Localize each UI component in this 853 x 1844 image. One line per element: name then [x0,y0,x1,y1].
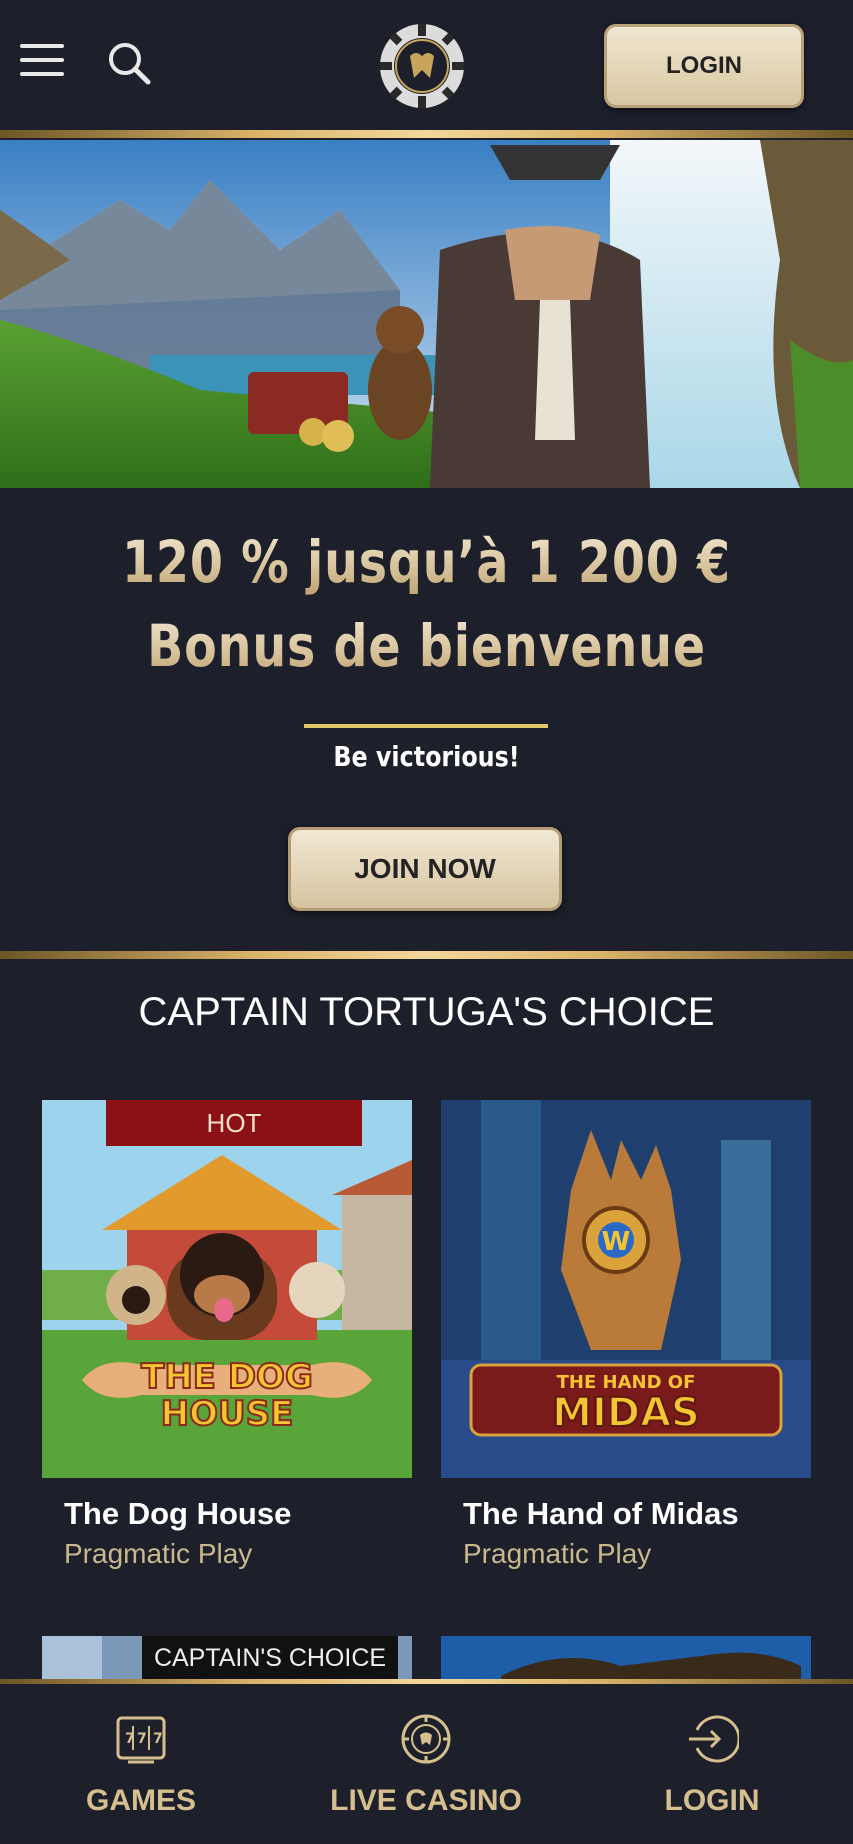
slot-machine-icon: 7 7 7 [114,1712,168,1766]
casino-chip-icon [399,1712,453,1766]
nav-games-label: GAMES [85,1784,196,1817]
game-logo-line2: MIDAS [552,1390,700,1436]
bonus-label: Bonus de bienvenue [77,604,776,688]
menu-icon[interactable] [20,44,64,82]
nav-games[interactable]: 7 7 7 GAMES [31,1712,251,1818]
game-thumbnail[interactable]: W THE HAND OF MIDAS [441,1100,811,1478]
login-button[interactable]: LOGIN [604,24,804,108]
top-header: LOGIN [0,0,853,132]
svg-text:7: 7 [125,1731,135,1747]
game-thumbnail[interactable]: THE DOG HOUSE HOT [42,1100,412,1478]
svg-text:7: 7 [137,1731,147,1747]
hot-badge: HOT [106,1100,362,1146]
nav-live-casino[interactable]: LIVE CASINO [316,1712,536,1818]
game-card-row2-left[interactable]: CAPTAIN'S CHOICE [42,1636,412,1680]
casino-logo[interactable] [378,22,466,110]
gold-divider [0,130,853,138]
game-card-row2-right[interactable] [441,1636,811,1680]
join-now-button[interactable]: JOIN NOW [288,827,562,911]
hero-banner [0,140,853,488]
tagline: Be victorious! [333,740,520,773]
game-provider: Pragmatic Play [463,1538,652,1569]
game-name: The Hand of Midas [463,1496,739,1531]
search-icon[interactable] [106,40,152,86]
gold-underline [304,724,548,728]
bottom-navigation: 7 7 7 GAMES LIVE CASINO LOGIN [0,1684,853,1844]
bonus-amount: 120 % jusqu’à 1 200 € [77,520,776,604]
game-card-hand-of-midas[interactable]: W THE HAND OF MIDAS The Hand of Midas Pr… [441,1100,811,1570]
gold-divider [0,951,853,959]
svg-text:7: 7 [153,1731,163,1747]
game-logo-line1: THE DOG [141,1357,313,1397]
section-title: CAPTAIN TORTUGA'S CHOICE [138,990,715,1034]
bonus-headline: 120 % jusqu’à 1 200 € Bonus de bienvenue [0,520,853,688]
nav-login[interactable]: LOGIN [602,1712,822,1818]
game-name: The Dog House [64,1496,292,1531]
nav-login-label: LOGIN [664,1784,760,1817]
game-provider: Pragmatic Play [64,1538,253,1569]
svg-text:W: W [602,1227,631,1257]
game-card-dog-house[interactable]: THE DOG HOUSE HOT The Dog House Pragmati… [42,1100,412,1570]
captains-choice-badge: CAPTAIN'S CHOICE [142,1636,398,1680]
nav-live-casino-label: LIVE CASINO [330,1784,522,1817]
game-logo-line2: HOUSE [161,1394,294,1434]
login-arrow-icon [685,1712,741,1766]
